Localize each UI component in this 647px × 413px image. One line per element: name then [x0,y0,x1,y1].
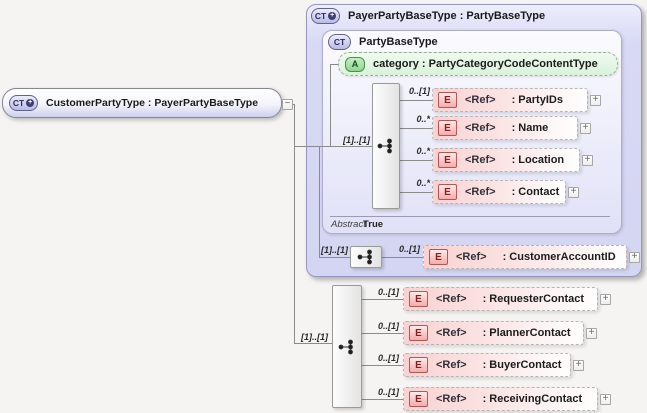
collapse-icon[interactable]: − [282,99,293,110]
connector-line [362,333,403,334]
schema-diagram: CT + PayerPartyBaseType : PartyBaseType C… [0,0,647,413]
root-node-customerpartytype[interactable]: CT + CustomerPartyType : PayerPartyBaseTy… [2,88,282,118]
cardinality-label: 0..* [416,114,430,124]
element-icon: E [409,291,428,307]
element-buyercontact[interactable]: E <Ref> : BuyerContact [403,353,571,377]
element-ref-tag: <Ref> [436,393,467,405]
sequence-indicator-partybase[interactable] [372,83,400,209]
element-name: : PlannerContact [482,327,571,339]
connector-line [400,192,432,193]
cardinality-label: 0..[1] [377,321,399,331]
element-icon: E [409,357,428,373]
plus-badge-icon: + [26,99,35,107]
connector-line [294,146,372,147]
element-ref-tag: <Ref> [436,359,467,371]
partybase-box-title: PartyBaseType [359,36,438,48]
element-ref-tag: <Ref> [436,327,467,339]
connector-line [400,100,432,101]
element-receivingcontact[interactable]: E <Ref> : ReceivingContact [403,387,598,411]
element-name: : CustomerAccountID [502,251,616,263]
element-requestercontact[interactable]: E <Ref> : RequesterContact [403,287,598,311]
connector-line [362,365,403,366]
element-name[interactable]: E <Ref> : Name [432,116,578,140]
cardinality-label: 0..[1] [408,86,430,96]
abstract-value: True [363,219,384,230]
element-name: : ReceivingContact [482,393,583,405]
complextype-extension-icon: CT + [9,95,38,111]
sequence-icon [338,339,353,354]
expand-icon[interactable]: + [582,155,593,166]
expand-icon[interactable]: + [580,123,591,134]
element-location[interactable]: E <Ref> : Location [432,148,580,172]
expand-icon[interactable]: + [600,294,611,305]
expand-icon[interactable]: + [586,328,597,339]
element-name: : Contact [511,186,560,198]
sequence-indicator-account[interactable] [350,246,382,268]
element-customeraccountid[interactable]: E <Ref> : CustomerAccountID [423,245,627,269]
element-partyids[interactable]: E <Ref> : PartyIDs [432,88,588,112]
element-ref-tag: <Ref> [465,154,496,166]
element-icon: E [409,391,428,407]
connector-line [400,160,432,161]
expand-icon[interactable]: + [600,394,611,405]
element-icon: E [438,152,457,168]
connector-line [400,128,432,129]
connector-line [330,64,331,146]
cardinality-label: [1]..[1] [301,332,328,342]
attribute-icon: A [345,56,365,72]
connector-line [319,257,350,258]
element-icon: E [438,184,457,200]
sequence-indicator-contacts[interactable] [332,285,362,408]
expand-icon[interactable]: + [568,187,579,198]
cardinality-label: [1]..[1] [343,135,370,145]
element-icon: E [438,120,457,136]
element-icon: E [429,249,448,265]
element-ref-tag: <Ref> [456,251,487,263]
divider [330,216,610,217]
connector-line [362,399,403,400]
connector-line [330,64,338,65]
cardinality-label: 0..* [416,178,430,188]
connector-line [319,146,320,257]
element-ref-tag: <Ref> [465,186,496,198]
element-plannercontact[interactable]: E <Ref> : PlannerContact [403,321,584,345]
sequence-icon [377,138,392,154]
cardinality-label: [1]..[1] [321,245,348,255]
connector-line [362,299,403,300]
element-name: : RequesterContact [482,293,585,305]
expand-icon[interactable]: + [573,360,584,371]
cardinality-label: 0..[1] [377,353,399,363]
connector-line [382,257,423,258]
cardinality-label: 0..* [416,146,430,156]
cardinality-label: 0..[1] [377,287,399,297]
payer-box-header: CT + PayerPartyBaseType : PartyBaseType [311,8,545,24]
expand-icon[interactable]: + [590,95,601,106]
partybase-box-header: CT PartyBaseType [328,34,438,50]
element-name: : PartyIDs [511,94,563,106]
connector-line [294,343,332,344]
payer-box-title: PayerPartyBaseType : PartyBaseType [348,10,546,22]
element-ref-tag: <Ref> [465,122,496,134]
element-icon: E [409,325,428,341]
element-name: : Name [511,122,549,134]
element-name: : Location [511,154,565,166]
connector-line [294,104,295,344]
cardinality-label: 0..[1] [398,244,420,254]
element-name: : BuyerContact [482,359,562,371]
attribute-label: category : PartyCategoryCodeContentType [373,58,598,70]
complextype-icon: CT [328,34,351,50]
expand-icon[interactable]: + [629,252,640,263]
element-contact[interactable]: E <Ref> : Contact [432,180,566,204]
element-ref-tag: <Ref> [436,293,467,305]
abstract-label: Abstract [331,219,366,230]
plus-badge-icon: + [328,12,337,20]
cardinality-label: 0..[1] [377,387,399,397]
element-ref-tag: <Ref> [465,94,496,106]
complextype-extension-icon: CT + [311,8,340,24]
attribute-category[interactable]: A category : PartyCategoryCodeContentTyp… [338,52,618,76]
sequence-icon [357,249,372,265]
element-icon: E [438,92,457,108]
root-node-label: CustomerPartyType : PayerPartyBaseType [46,97,259,109]
